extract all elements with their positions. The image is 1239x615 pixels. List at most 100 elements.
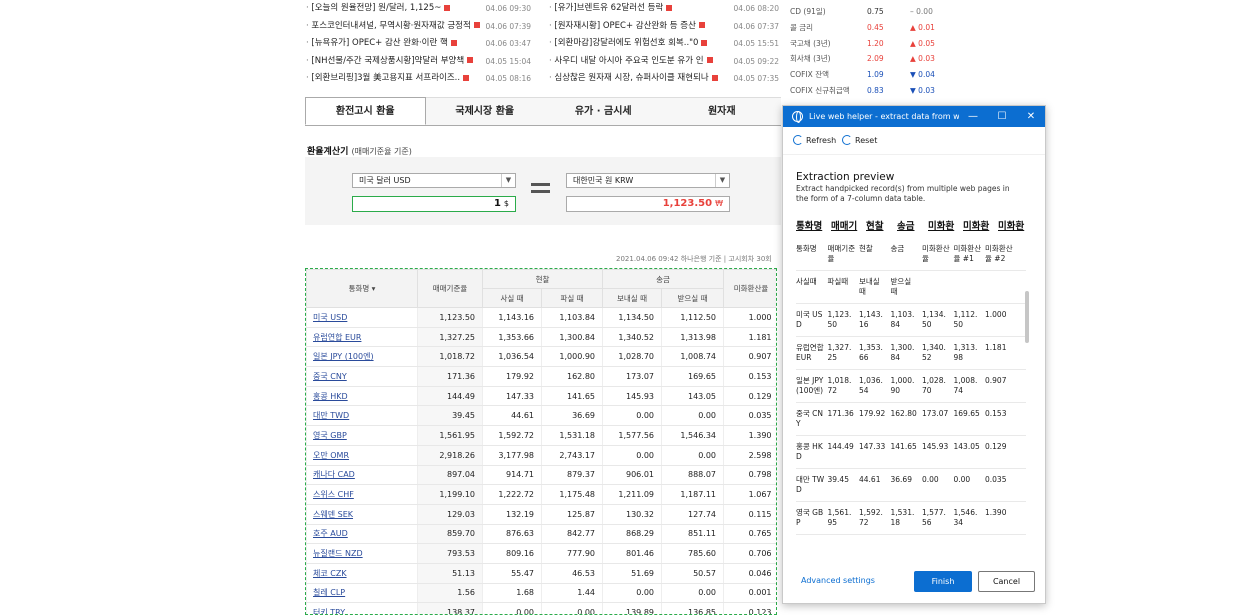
window-titlebar[interactable]: Live web helper - extract data from web.… <box>783 106 1045 127</box>
minimize-button[interactable]: — <box>959 106 987 127</box>
rate-cell: 1,028.70 <box>602 346 662 368</box>
maximize-button[interactable]: ☐ <box>988 106 1016 127</box>
currency-link[interactable]: 캐나다 CAD <box>306 465 418 486</box>
news-title[interactable]: 포스코인터내셔널, 무역시황·원자재값 긍정적 <box>306 18 470 36</box>
news-item[interactable]: [NH선물/주간 국제상품시황]약달러 부양책 04.05 15:04 <box>306 53 536 71</box>
equals-icon <box>531 183 550 197</box>
rate-name[interactable]: 콜 금리 <box>790 23 813 32</box>
currency-link[interactable]: 칠레 CLP <box>306 583 418 604</box>
currency-link[interactable]: 오만 OMR <box>306 445 418 466</box>
preview-cell: 1,340.52 <box>922 343 946 362</box>
news-item[interactable]: 심상찮은 원자재 시장, 슈퍼사이클 재현되나 04.05 07:35 <box>549 70 779 88</box>
rate-cell: 897.04 <box>417 465 483 486</box>
rate-cell: 1,008.74 <box>661 346 724 368</box>
rate-cell: 0.129 <box>723 386 776 407</box>
close-button[interactable]: ✕ <box>1017 106 1045 127</box>
news-item[interactable]: [외환마감]강달러에도 위험선호 회복.."0 04.05 15:51 <box>549 35 779 53</box>
preview-cell: 171.36 <box>827 409 854 418</box>
table-row: 홍콩 HKD 144.49 147.33 141.65 145.93 143.05 0.12… <box>306 386 776 407</box>
rate-change: ▲ 0.03 <box>910 51 935 67</box>
rate-value: 1.09 <box>867 70 884 80</box>
currency-link[interactable]: 대만 TWD <box>306 405 418 427</box>
currency-link[interactable]: 뉴질랜드 NZD <box>306 543 418 564</box>
preview-cell: 매매기준율 <box>827 244 856 263</box>
news-item[interactable]: [외환브리핑]3월 美고용지표 서프라이즈.. 04.05 08:16 <box>306 70 536 88</box>
tab-raw-materials[interactable]: 원자재 <box>662 97 781 125</box>
preview-cell: 사실때 <box>796 277 817 286</box>
tab-international-market[interactable]: 국제시장 환율 <box>425 97 544 125</box>
currency-link[interactable]: 일본 JPY (100엔) <box>306 346 418 368</box>
currency-link[interactable]: 영국 GBP <box>306 425 418 446</box>
news-title[interactable]: [오늘의 원율전망] 원/달러, 1,125~ <box>306 0 441 18</box>
preview-scrollbar[interactable] <box>1025 291 1029 343</box>
news-item[interactable]: 사우디 내달 아시아 주요국 인도분 유가 인 04.05 09:22 <box>549 53 779 71</box>
currency-link[interactable]: 호주 AUD <box>306 524 418 545</box>
news-title[interactable]: 사우디 내달 아시아 주요국 인도분 유가 인 <box>549 53 703 71</box>
to-currency-select[interactable]: 대한민국 원 KRW ▼ <box>566 173 730 188</box>
preview-column-header[interactable]: 통화명 <box>796 218 826 232</box>
news-item[interactable]: [유가]브렌트유 62달러선 등락 04.06 08:20 <box>549 0 779 18</box>
preview-row: 영국 GBP 1,561.95 1,592.72 1,531.18 1,577.56 1,… <box>796 502 1026 535</box>
preview-cell: 1,112.50 <box>953 310 978 329</box>
rate-cell: 1,134.50 <box>602 307 662 328</box>
currency-link[interactable]: 중국 CNY <box>306 366 418 387</box>
currency-link[interactable]: 미국 USD <box>306 307 418 328</box>
news-title[interactable]: [외환브리핑]3월 美고용지표 서프라이즈.. <box>306 70 460 88</box>
chevron-down-icon[interactable]: ▼ <box>501 174 515 187</box>
preview-cell: 미화환산율 #1 <box>953 244 982 263</box>
tab-oil-gold[interactable]: 유가 · 금시세 <box>544 97 663 125</box>
cancel-button[interactable]: Cancel <box>978 571 1035 592</box>
col-currency-name[interactable]: 통화명 ▾ <box>306 269 418 308</box>
tab-exchange-notice[interactable]: 환전고시 환율 <box>305 97 426 125</box>
news-title[interactable]: [유가]브렌트유 62달러선 등락 <box>549 0 663 18</box>
preview-cell: 홍콩 HKD <box>796 442 823 461</box>
preview-column-header[interactable]: 미화환 <box>963 218 993 232</box>
rate-cell: 1,222.72 <box>482 484 542 505</box>
news-title[interactable]: [NH선물/주간 국제상품시황]약달러 부양책 <box>306 53 464 71</box>
currency-link[interactable]: 홍콩 HKD <box>306 386 418 407</box>
preview-column-header[interactable]: 미화환 <box>998 218 1028 232</box>
reset-button[interactable]: Reset <box>842 135 877 145</box>
table-row: 일본 JPY (100엔) 1,018.72 1,036.54 1,000.90 1,0… <box>306 346 776 368</box>
new-badge-icon <box>666 4 673 11</box>
to-currency-value: 대한민국 원 KRW <box>573 176 634 185</box>
rate-cell: 44.61 <box>482 405 542 427</box>
preview-column-header[interactable]: 미화환 <box>928 218 958 232</box>
from-currency-select[interactable]: 미국 달러 USD ▼ <box>352 173 516 188</box>
chevron-down-icon[interactable]: ▼ <box>715 174 729 187</box>
preview-cell: 송금 <box>890 244 905 253</box>
from-amount-input[interactable]: 1 $ <box>352 196 516 212</box>
new-badge-icon <box>444 4 451 11</box>
news-title[interactable]: [원자재시황] OPEC+ 감산완화 등 증산 <box>549 18 696 36</box>
news-title[interactable]: [외환마감]강달러에도 위험선호 회복.."0 <box>549 35 698 53</box>
rate-name[interactable]: 회사채 (3년) <box>790 54 831 63</box>
table-row: 미국 USD 1,123.50 1,143.16 1,103.84 1,134.50 1,… <box>306 307 776 328</box>
currency-link[interactable]: 스웨덴 SEK <box>306 504 418 525</box>
rate-name[interactable]: 국고채 (3년) <box>790 39 831 48</box>
currency-link[interactable]: 스위스 CHF <box>306 484 418 505</box>
preview-cell: 1,546.34 <box>953 508 978 527</box>
rate-name[interactable]: COFIX 신규취급액 <box>790 86 850 95</box>
currency-link[interactable]: 유럽연합 EUR <box>306 327 418 348</box>
rate-cell: 1,187.11 <box>661 484 724 505</box>
preview-column-header[interactable]: 송금 <box>897 218 923 232</box>
news-title[interactable]: [뉴욕유가] OPEC+ 감산 완화·이란 핵 <box>306 35 447 53</box>
rate-name[interactable]: CD (91일) <box>790 7 826 16</box>
preview-cell: 144.49 <box>827 442 854 451</box>
finish-button[interactable]: Finish <box>914 571 972 592</box>
rate-name[interactable]: COFIX 잔액 <box>790 70 829 79</box>
refresh-button[interactable]: Refresh <box>793 135 836 145</box>
news-item[interactable]: [원자재시황] OPEC+ 감산완화 등 증산 04.06 07:37 <box>549 18 779 36</box>
col-cash: 현찰 <box>482 269 603 289</box>
rate-row: CD (91일) 0.75 – 0.00 <box>790 4 940 20</box>
preview-column-header[interactable]: 매매기 <box>831 218 861 232</box>
news-item[interactable]: [뉴욕유가] OPEC+ 감산 완화·이란 핵 04.06 03:47 <box>306 35 536 53</box>
preview-column-header[interactable]: 현찰 <box>866 218 892 232</box>
news-title[interactable]: 심상찮은 원자재 시장, 슈퍼사이클 재현되나 <box>549 70 708 88</box>
table-row: 터키 TRY 138.37 0.00 0.00 139.89 136.85 0.123 <box>306 602 776 614</box>
news-item[interactable]: [오늘의 원율전망] 원/달러, 1,125~ 04.06 09:30 <box>306 0 536 18</box>
currency-link[interactable]: 터키 TRY <box>306 602 418 614</box>
news-item[interactable]: 포스코인터내셔널, 무역시황·원자재값 긍정적 04.06 07:39 <box>306 18 536 36</box>
currency-link[interactable]: 체코 CZK <box>306 563 418 584</box>
advanced-settings-link[interactable]: Advanced settings <box>801 576 875 585</box>
